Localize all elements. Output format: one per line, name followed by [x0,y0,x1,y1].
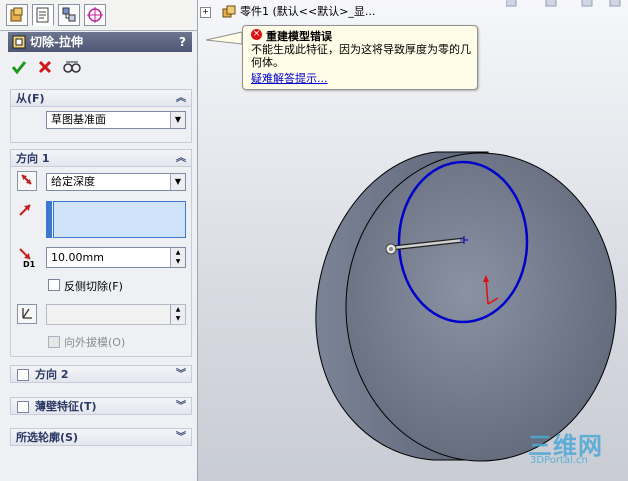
expand-chevron-icon: ︾ [176,432,186,443]
draft-angle-spinner: ▲ ▼ [170,305,185,324]
property-icon [36,7,49,23]
dropdown-arrow-icon: ▼ [170,174,185,190]
from-section-body: 草图基准面 ▼ [10,107,192,143]
direction-vector-icon [19,204,31,216]
property-manager: 切除-拉伸 ? 从(F) ︽ 草图基准面 ▼ 方向 1 ︽ 给定深度 ▼ D1 [0,0,203,481]
depth-value: 10.00mm [51,251,104,264]
draft-toggle-button[interactable] [17,304,37,324]
cancel-icon[interactable] [37,59,53,75]
dimxpert-tab[interactable] [84,4,106,26]
direction1-section-body: 给定深度 ▼ D1 10.00mm ▲ ▼ 反侧切除(F) ▲ ▼ 向外拔模(O) [10,167,192,357]
thin-feature-section-header[interactable]: 薄壁特征(T) ︾ [10,397,192,415]
from-select-value: 草图基准面 [51,113,106,126]
error-title: 重建模型错误 [266,30,332,43]
rebuild-error-tooltip: × 重建模型错误 不能生成此特征，因为这将导致厚度为零的几何体。 疑难解答提示.… [242,25,478,90]
direction-selection-box[interactable] [53,201,186,238]
thin-feature-section-label: 薄壁特征(T) [35,400,97,413]
cylinder-part[interactable] [315,151,617,462]
part-name-label: 零件1 (默认<<默认>_显... [240,5,376,18]
feature-tree-icon [10,7,23,22]
depth-prefix-label: D1 [23,260,36,269]
detail-preview-icon[interactable] [62,59,82,75]
feature-title: 切除-拉伸 [30,35,83,49]
flip-side-checkbox[interactable] [48,279,60,291]
property-manager-tab[interactable] [32,4,54,26]
tooltip-pointer [206,31,243,45]
end-condition-value: 给定深度 [51,175,95,188]
draft-outward-label: 向外拔模(O) [64,336,126,349]
help-button[interactable]: ? [179,32,186,52]
error-icon: × [251,29,262,40]
watermark-url: 3DPortal.cn [530,455,588,466]
reverse-arrow-icon [21,174,32,185]
troubleshoot-link[interactable]: 疑难解答提示... [251,70,328,86]
direction2-section-label: 方向 2 [35,368,69,381]
end-condition-select[interactable]: 给定深度 ▼ [46,173,186,191]
confirm-icon[interactable] [11,59,27,75]
from-section-label: 从(F) [16,92,45,105]
dropdown-arrow-icon: ▼ [170,112,185,128]
direction2-checkbox[interactable] [17,369,29,381]
draft-outward-checkbox [48,336,60,348]
expand-chevron-icon: ︾ [176,369,186,380]
collapse-chevron-icon: ︽ [176,93,186,104]
direction1-section-header[interactable]: 方向 1 ︽ [10,149,192,167]
flip-side-label: 反侧切除(F) [64,280,123,293]
cut-extrude-icon [12,35,26,49]
selected-contours-section-label: 所选轮廓(S) [16,431,78,444]
error-message: 不能生成此特征，因为这将导致厚度为零的几何体。 [251,43,471,69]
part-icon [222,5,235,18]
from-section-header[interactable]: 从(F) ︽ [10,89,192,107]
from-select[interactable]: 草图基准面 ▼ [46,111,186,129]
selection-indicator [46,201,52,238]
expand-plus-icon[interactable]: + [200,6,211,18]
crosshair-icon [87,7,103,23]
expand-chevron-icon: ︾ [176,401,186,412]
view-toolbar-buttons[interactable] [506,0,621,7]
configuration-icon [62,7,76,22]
depth-input[interactable]: 10.00mm ▲ ▼ [46,247,186,268]
draft-angle-input: ▲ ▼ [46,304,186,325]
feature-manager-tab[interactable] [6,4,28,26]
thin-feature-checkbox[interactable] [17,401,29,413]
direction1-section-label: 方向 1 [16,152,50,165]
view-toolbar [506,0,621,7]
configuration-manager-tab[interactable] [58,4,80,26]
draft-icon [22,308,32,319]
collapse-chevron-icon: ︽ [176,153,186,164]
depth-spinner[interactable]: ▲ ▼ [170,248,185,267]
reverse-direction-button[interactable] [17,171,37,191]
direction2-section-header[interactable]: 方向 2 ︾ [10,365,192,383]
manager-tabs [0,0,197,31]
feature-tree-flyout-row[interactable]: + 零件1 (默认<<默认>_显... [200,4,375,20]
feature-title-bar: 切除-拉伸 ? [8,32,192,52]
selected-contours-section-header[interactable]: 所选轮廓(S) ︾ [10,428,192,446]
